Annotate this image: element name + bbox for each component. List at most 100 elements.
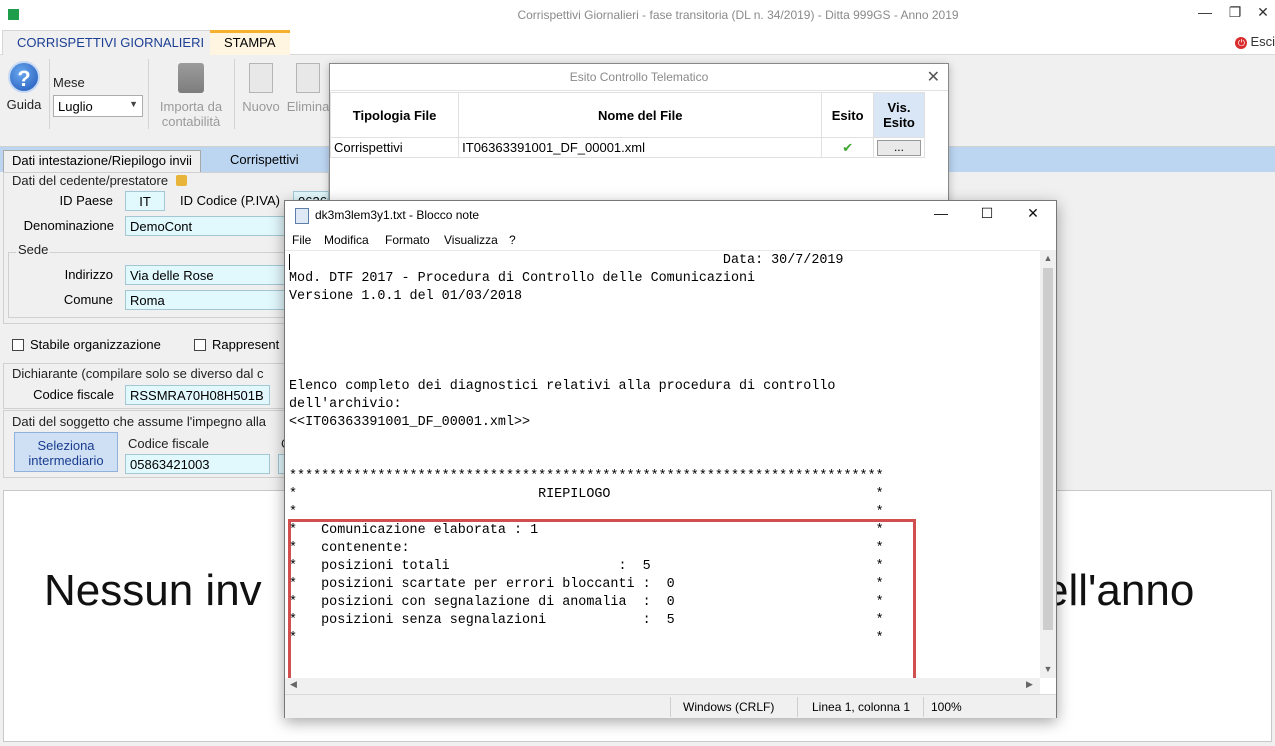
new-label: Nuovo bbox=[242, 99, 280, 114]
cf-field[interactable]: RSSMRA70H08H501B bbox=[125, 385, 270, 405]
menu-modifica[interactable]: Modifica bbox=[324, 233, 369, 247]
scroll-right-icon[interactable]: ▶ bbox=[1026, 679, 1033, 690]
import-icon bbox=[178, 63, 204, 93]
delete-button[interactable]: Elimina bbox=[286, 63, 330, 114]
table-row[interactable]: Corrispettivi IT06363391001_DF_00001.xml… bbox=[329, 137, 926, 158]
text-line: * posizioni con segnalazione di anomalia… bbox=[289, 595, 884, 610]
checkbox-box bbox=[12, 339, 24, 351]
menu-file[interactable]: File bbox=[292, 233, 311, 247]
scroll-down-icon[interactable]: ▼ bbox=[1040, 664, 1056, 674]
text-line: dell'archivio: bbox=[289, 397, 402, 412]
header-tipologia: Tipologia File bbox=[329, 92, 460, 138]
import-label: Importa da contabilità bbox=[159, 99, 223, 129]
scroll-left-icon[interactable]: ◀ bbox=[290, 679, 297, 690]
header-nome-file: Nome del File bbox=[458, 92, 823, 138]
cf2-field[interactable]: 05863421003 bbox=[125, 454, 270, 474]
close-icon[interactable]: ✕ bbox=[927, 64, 940, 91]
esito-title-text: Esito Controllo Telematico bbox=[569, 70, 709, 84]
horizontal-scrollbar[interactable]: ◀ ▶ bbox=[285, 678, 1040, 694]
minimize-icon[interactable]: — bbox=[1190, 4, 1220, 20]
status-position: Linea 1, colonna 1 bbox=[812, 700, 911, 714]
close-icon[interactable]: ✕ bbox=[1248, 4, 1275, 21]
cedente-title: Dati del cedente/prestatore bbox=[12, 173, 187, 188]
comune-field[interactable]: Roma bbox=[125, 290, 287, 310]
vis-esito-button[interactable]: ... bbox=[876, 139, 921, 156]
status-encoding: Windows (CRLF) bbox=[683, 700, 775, 714]
notepad-status-bar: Windows (CRLF) Linea 1, colonna 1 100% bbox=[285, 694, 1056, 718]
text-line: Elenco completo dei diagnostici relativi… bbox=[289, 379, 836, 394]
ribbon-tabs: CORRISPETTIVI GIORNALIERI STAMPA ⏻ Esci bbox=[0, 30, 1275, 55]
header-vis-esito: Vis. Esito bbox=[872, 92, 926, 138]
notepad-menu-bar: File Modifica Formato Visualizza ? bbox=[285, 230, 1056, 250]
text-line: Data: 30/7/2019 bbox=[289, 253, 844, 268]
menu-formato[interactable]: Formato bbox=[385, 233, 430, 247]
tab-corrispettivi-giornalieri[interactable]: CORRISPETTIVI GIORNALIERI bbox=[2, 30, 220, 55]
text-line: * * bbox=[289, 631, 884, 646]
id-codice-label: ID Codice (P.IVA) bbox=[180, 193, 280, 208]
notepad-title-bar: dk3m3lem3y1.txt - Blocco note — ☐ ✕ bbox=[285, 201, 1056, 230]
esito-table: Tipologia File Nome del File Esito Vis. … bbox=[329, 92, 926, 158]
exit-button[interactable]: ⏻ Esci bbox=[1235, 34, 1275, 49]
denominazione-field[interactable]: DemoCont bbox=[125, 216, 287, 236]
maximize-icon[interactable]: ☐ bbox=[964, 205, 1010, 222]
header-esito: Esito bbox=[821, 92, 874, 138]
chevron-down-icon: ▼ bbox=[129, 99, 138, 109]
month-label: Mese bbox=[53, 75, 85, 90]
checkbox-box bbox=[194, 339, 206, 351]
month-value: Luglio bbox=[58, 99, 93, 114]
menu-help[interactable]: ? bbox=[509, 233, 516, 247]
tab-dati-intestazione[interactable]: Dati intestazione/Riepilogo invii bbox=[3, 150, 201, 172]
month-select[interactable]: Luglio ▼ bbox=[53, 95, 143, 117]
rappresentante-label: Rappresent bbox=[212, 337, 280, 352]
minimize-icon[interactable]: — bbox=[918, 205, 964, 221]
status-divider bbox=[797, 697, 798, 717]
window-title: Corrispettivi Giornalieri - fase transit… bbox=[517, 8, 959, 22]
comune-label: Comune bbox=[63, 292, 113, 307]
scroll-up-icon[interactable]: ▲ bbox=[1040, 253, 1056, 263]
separator bbox=[49, 59, 50, 129]
esito-dialog-title: Esito Controllo Telematico ✕ bbox=[330, 64, 948, 91]
cell-nome-file: IT06363391001_DF_00001.xml bbox=[458, 137, 823, 158]
rappresentante-checkbox[interactable]: Rappresent bbox=[194, 337, 279, 352]
delete-label: Elimina bbox=[286, 99, 330, 114]
close-icon[interactable]: ✕ bbox=[1010, 205, 1056, 222]
stabile-checkbox[interactable]: Stabile organizzazione bbox=[12, 337, 161, 352]
dichiarante-title: Dichiarante (compilare solo se diverso d… bbox=[12, 366, 264, 381]
help-icon: ? bbox=[8, 61, 40, 93]
scroll-thumb[interactable] bbox=[1043, 268, 1053, 630]
seleziona-intermediario-button[interactable]: Seleziona intermediario bbox=[14, 432, 118, 472]
notepad-title: dk3m3lem3y1.txt - Blocco note bbox=[315, 208, 480, 222]
new-button[interactable]: Nuovo bbox=[238, 63, 284, 114]
indirizzo-field[interactable]: Via delle Rose bbox=[125, 265, 287, 285]
no-invii-message-start: Nessun inv bbox=[44, 566, 262, 615]
import-button[interactable]: Importa da contabilità bbox=[152, 63, 230, 129]
text-line: * RIEPILOGO * bbox=[289, 487, 884, 502]
id-paese-field[interactable]: IT bbox=[125, 191, 165, 211]
maximize-icon[interactable]: ❐ bbox=[1220, 4, 1250, 21]
id-paese-label: ID Paese bbox=[59, 193, 113, 208]
text-line: * contenente: * bbox=[289, 541, 884, 556]
lock-icon bbox=[175, 175, 187, 186]
cell-vis-esito: ... bbox=[872, 137, 926, 158]
notepad-window: dk3m3lem3y1.txt - Blocco note — ☐ ✕ File… bbox=[284, 200, 1057, 718]
status-divider bbox=[670, 697, 671, 717]
status-divider bbox=[923, 697, 924, 717]
status-zoom: 100% bbox=[931, 700, 962, 714]
delete-document-icon bbox=[296, 63, 320, 93]
vertical-scrollbar[interactable]: ▲ ▼ bbox=[1040, 250, 1056, 678]
esito-dialog: Esito Controllo Telematico ✕ Tipologia F… bbox=[329, 63, 949, 213]
help-button[interactable]: ? Guida bbox=[5, 61, 43, 112]
sede-title: Sede bbox=[16, 242, 51, 257]
impegno-title: Dati del soggetto che assume l'impegno a… bbox=[12, 414, 266, 429]
denominazione-label: Denominazione bbox=[23, 218, 114, 233]
text-line: Versione 1.0.1 del 01/03/2018 bbox=[289, 289, 523, 304]
tab-stampa[interactable]: STAMPA bbox=[210, 30, 290, 55]
notepad-text-area[interactable]: Data: 30/7/2019 Mod. DTF 2017 - Procedur… bbox=[285, 250, 1040, 678]
tab-corrispettivi[interactable]: Corrispettivi bbox=[222, 150, 307, 172]
menu-visualizza[interactable]: Visualizza bbox=[444, 233, 498, 247]
help-label: Guida bbox=[6, 97, 42, 112]
exit-label: Esci bbox=[1250, 34, 1275, 49]
text-line: Mod. DTF 2017 - Procedura di Controllo d… bbox=[289, 271, 756, 286]
text-line: ****************************************… bbox=[289, 469, 884, 484]
text-line: * posizioni senza segnalazioni : 5 * bbox=[289, 613, 884, 628]
